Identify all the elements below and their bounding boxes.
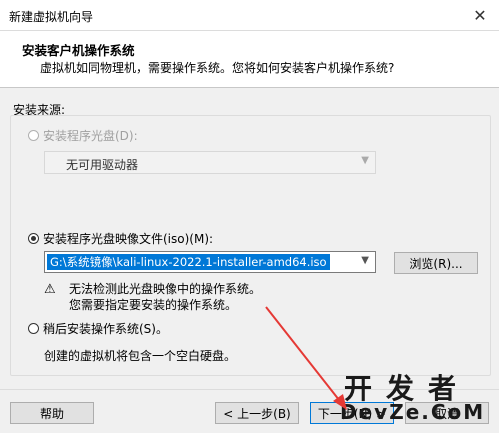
page-subtitle: 虚拟机如同物理机，需要操作系统。您将如何安装客户机操作系统? bbox=[40, 61, 395, 75]
footer-divider bbox=[0, 389, 499, 390]
chevron-down-icon: ▼ bbox=[361, 155, 369, 166]
iso-warning: 无法检测此光盘映像中的操作系统。 您需要指定要安装的操作系统。 bbox=[69, 281, 261, 313]
help-button[interactable]: 帮助 bbox=[10, 402, 94, 424]
disc-radio[interactable] bbox=[28, 130, 39, 141]
install-later-description: 创建的虚拟机将包含一个空白硬盘。 bbox=[44, 349, 237, 363]
close-icon[interactable]: ✕ bbox=[461, 0, 499, 30]
warning-line-1: 无法检测此光盘映像中的操作系统。 bbox=[69, 282, 262, 296]
browse-button[interactable]: 浏览(R)... bbox=[394, 252, 478, 274]
warning-icon: ⚠ bbox=[44, 282, 56, 297]
page-title: 安装客户机操作系统 bbox=[22, 43, 135, 58]
chevron-down-icon[interactable]: ▼ bbox=[361, 255, 369, 266]
iso-option-label: 安装程序光盘映像文件(iso)(M): bbox=[43, 232, 214, 246]
next-button[interactable]: 下一步(N) > bbox=[310, 402, 394, 424]
iso-path-value[interactable]: G:\系统镜像\kali-linux-2022.1-installer-amd6… bbox=[47, 254, 330, 270]
window-title: 新建虚拟机向导 bbox=[9, 10, 94, 24]
back-button[interactable]: < 上一步(B) bbox=[215, 402, 299, 424]
install-later-option[interactable]: 稍后安装操作系统(S)。 bbox=[28, 320, 168, 337]
iso-radio[interactable] bbox=[28, 233, 39, 244]
window-titlebar: 新建虚拟机向导 ✕ bbox=[0, 0, 499, 31]
wizard-header: 安装客户机操作系统 虚拟机如同物理机，需要操作系统。您将如何安装客户机操作系统? bbox=[0, 31, 499, 88]
install-later-radio[interactable] bbox=[28, 323, 39, 334]
disc-drive-value: 无可用驱动器 bbox=[66, 158, 139, 172]
disc-option-label: 安装程序光盘(D): bbox=[43, 129, 138, 143]
disc-drive-dropdown: 无可用驱动器 ▼ bbox=[44, 151, 376, 174]
disc-option[interactable]: 安装程序光盘(D): bbox=[28, 127, 138, 144]
iso-path-combobox[interactable]: G:\系统镜像\kali-linux-2022.1-installer-amd6… bbox=[44, 251, 376, 273]
cancel-button[interactable]: 取消 bbox=[405, 402, 489, 424]
install-later-label: 稍后安装操作系统(S)。 bbox=[43, 322, 168, 336]
warning-line-2: 您需要指定要安装的操作系统。 bbox=[69, 298, 238, 312]
iso-option[interactable]: 安装程序光盘映像文件(iso)(M): bbox=[28, 230, 213, 247]
